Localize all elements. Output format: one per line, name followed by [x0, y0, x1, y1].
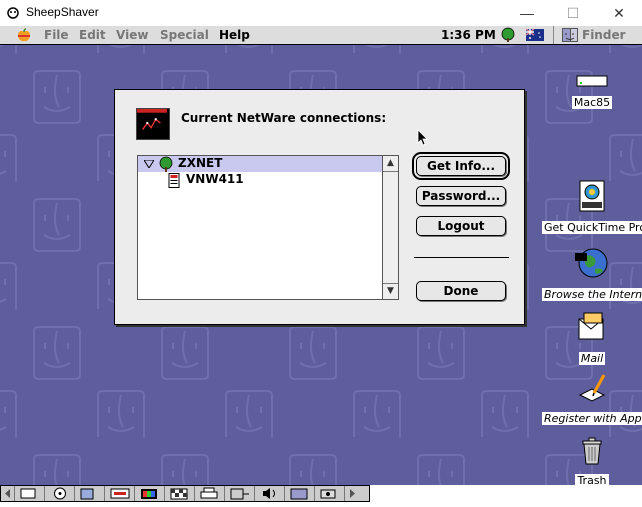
australia-flag-icon[interactable]	[526, 29, 544, 41]
button-divider	[414, 257, 509, 258]
desktop-icon-mac85[interactable]: Mac85	[542, 72, 642, 110]
tree-icon	[159, 156, 173, 172]
maximize-button[interactable]: ☐	[550, 0, 596, 26]
control-strip-glyphs	[5, 487, 355, 500]
desktop-icon-quicktime[interactable]: Get QuickTime Pro	[542, 180, 642, 235]
desktop-icon-label: Register with Apple	[542, 412, 642, 425]
desktop-icon-register-apple[interactable]: Register with Apple	[542, 373, 642, 426]
netware-tree-icon[interactable]	[500, 27, 516, 43]
application-menu-finder[interactable]: Finder	[582, 28, 626, 42]
desktop-icon-label: Mac85	[571, 96, 613, 109]
scroll-down-arrow-icon[interactable]: ▼	[383, 283, 398, 299]
desktop-icon-browse-internet[interactable]: Browse the Internet	[542, 245, 642, 302]
host-window-titlebar: SheepShaver — ☐ ✕	[0, 0, 642, 26]
list-scrollbar[interactable]: ▲ ▼	[382, 156, 398, 299]
apple-menu-icon[interactable]	[17, 28, 31, 43]
menu-file[interactable]: File	[44, 28, 69, 42]
finder-icon[interactable]	[562, 28, 578, 42]
menubar-clock[interactable]: 1:36 PM	[441, 28, 496, 42]
menubar-divider	[553, 26, 554, 44]
menu-special[interactable]: Special	[160, 28, 209, 42]
desktop-icon-trash[interactable]: Trash	[542, 437, 642, 485]
hard-disk-icon	[576, 75, 608, 87]
dialog-title: Current NetWare connections:	[181, 111, 387, 125]
list-item-label: VNW411	[186, 172, 244, 186]
get-info-button[interactable]: Get Info...	[412, 152, 510, 180]
globe-icon	[575, 248, 608, 278]
control-strip[interactable]	[0, 485, 370, 502]
sheepshaver-app-icon	[7, 7, 19, 19]
logout-button[interactable]: Logout	[416, 216, 506, 236]
close-button[interactable]: ✕	[596, 0, 642, 26]
desktop-icon-label: Get QuickTime Pro	[542, 221, 642, 234]
menu-edit[interactable]: Edit	[79, 28, 106, 42]
mouse-cursor-icon	[417, 129, 428, 146]
list-item-server[interactable]: VNW411	[138, 172, 383, 188]
list-item-label: ZXNET	[178, 156, 223, 170]
list-item-tree[interactable]: ZXNET	[138, 156, 383, 172]
quicktime-movie-icon	[579, 180, 605, 212]
expand-triangle-icon[interactable]	[144, 160, 154, 168]
minimize-button[interactable]: —	[504, 0, 550, 26]
desktop-icon-label: Trash	[575, 474, 609, 485]
menu-help[interactable]: Help	[219, 28, 250, 42]
password-button[interactable]: Password...	[416, 186, 506, 206]
desktop[interactable]: Current NetWare connections: ZXNET VNW41…	[0, 45, 642, 485]
netware-connections-dialog: Current NetWare connections: ZXNET VNW41…	[114, 89, 525, 325]
desktop-icon-label: Browse the Internet	[542, 288, 642, 301]
desktop-icon-mail[interactable]: Mail	[542, 311, 642, 366]
netware-logo-icon	[136, 108, 170, 140]
desktop-icon-label: Mail	[578, 352, 606, 365]
host-window-bottom-edge	[0, 502, 642, 507]
done-button[interactable]: Done	[416, 281, 506, 301]
register-pencil-icon	[578, 374, 606, 402]
mail-icon	[578, 312, 604, 340]
server-icon	[168, 173, 180, 188]
menu-view[interactable]: View	[116, 28, 148, 42]
scroll-up-arrow-icon[interactable]: ▲	[383, 156, 398, 172]
trash-icon	[582, 437, 602, 465]
connections-list[interactable]: ZXNET VNW411 ▲ ▼	[137, 155, 399, 300]
host-window-title: SheepShaver	[26, 5, 99, 19]
mac-menubar: File Edit View Special Help 1:36 PM Find…	[0, 26, 642, 45]
